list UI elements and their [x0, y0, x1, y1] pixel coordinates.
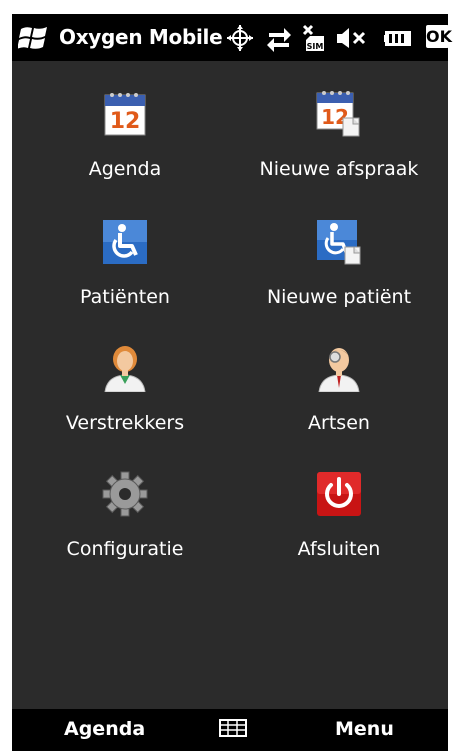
softkey-left-agenda[interactable]: Agenda	[64, 718, 145, 740]
wheelchair-icon	[103, 220, 147, 264]
menu-label: Nieuwe patiënt	[266, 286, 412, 308]
menu-label: Afsluiten	[297, 538, 381, 560]
nurse-icon	[104, 346, 146, 392]
keyboard-icon[interactable]	[219, 719, 247, 737]
menu-item-afsluiten[interactable]: Afsluiten	[239, 470, 439, 580]
new-patient-icon	[317, 220, 361, 265]
menu-item-artsen[interactable]: Artsen	[239, 344, 439, 454]
ok-button[interactable]: OK	[426, 25, 452, 48]
doctor-icon	[318, 348, 360, 392]
battery-icon	[384, 31, 411, 46]
phone-screen: Oxygen Mobile SIM OK 12 Agenda 12 Nieuwe…	[12, 14, 452, 751]
title-bar: Oxygen Mobile SIM OK	[12, 14, 452, 61]
gps-icon	[227, 25, 253, 51]
calendar-day: 12	[110, 109, 141, 134]
softkey-bar: Agenda Menu	[12, 709, 448, 751]
menu-label: Verstrekkers	[65, 412, 185, 434]
power-icon	[317, 472, 361, 516]
menu-item-agenda[interactable]: 12 Agenda	[25, 90, 225, 200]
new-appointment-icon: 12	[316, 91, 360, 137]
menu-item-nieuwe-patient[interactable]: Nieuwe patiënt	[239, 218, 439, 328]
calendar-icon: 12	[104, 93, 146, 136]
no-sim-icon: SIM	[302, 24, 324, 51]
menu-item-configuratie[interactable]: Configuratie	[25, 470, 225, 580]
menu-label: Agenda	[88, 158, 162, 180]
speaker-mute-icon	[337, 28, 366, 48]
menu-label: Configuratie	[66, 538, 184, 560]
softkey-right-menu[interactable]: Menu	[335, 718, 394, 740]
sync-arrows-icon	[267, 28, 291, 52]
windows-flag-icon[interactable]	[18, 23, 50, 53]
menu-item-verstrekkers[interactable]: Verstrekkers	[25, 344, 225, 454]
gear-icon	[102, 471, 148, 517]
menu-item-nieuwe-afspraak[interactable]: 12 Nieuwe afspraak	[239, 90, 439, 200]
menu-label: Nieuwe afspraak	[259, 158, 419, 180]
svg-text:SIM: SIM	[307, 42, 324, 51]
menu-item-patienten[interactable]: Patiënten	[25, 218, 225, 328]
menu-label: Patiënten	[80, 286, 170, 308]
app-title: Oxygen Mobile	[59, 25, 223, 49]
menu-label: Artsen	[308, 412, 370, 434]
